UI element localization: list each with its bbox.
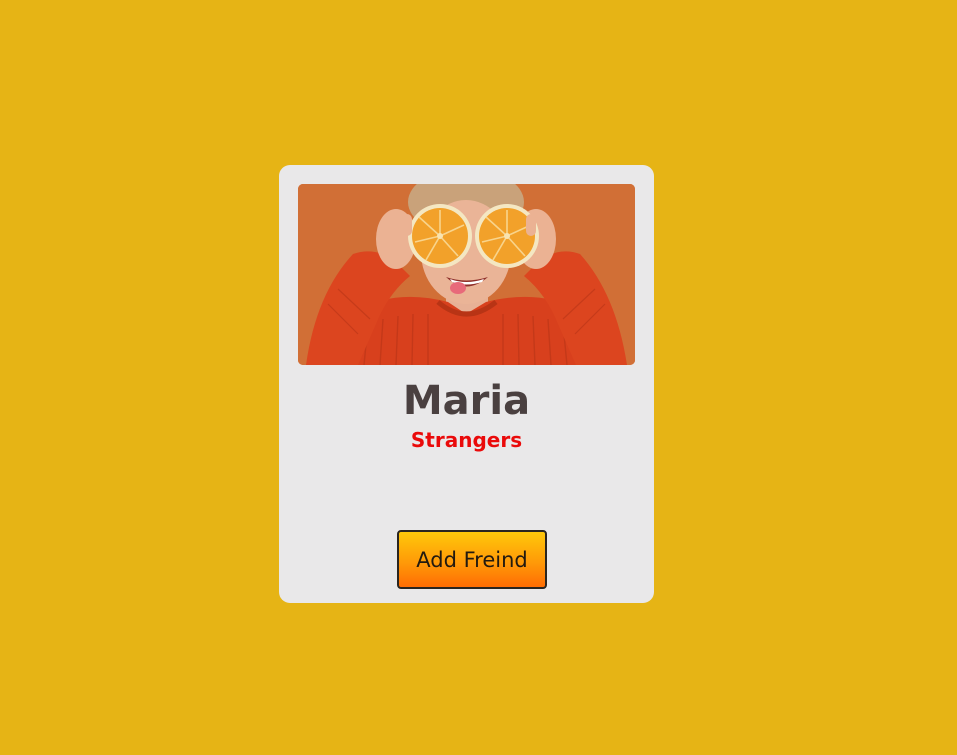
profile-card: Maria Strangers Add Freind (279, 165, 654, 603)
friend-status: Strangers (410, 428, 523, 452)
profile-name: Maria (402, 378, 531, 424)
profile-photo (298, 184, 635, 365)
add-friend-button[interactable]: Add Freind (397, 530, 547, 589)
